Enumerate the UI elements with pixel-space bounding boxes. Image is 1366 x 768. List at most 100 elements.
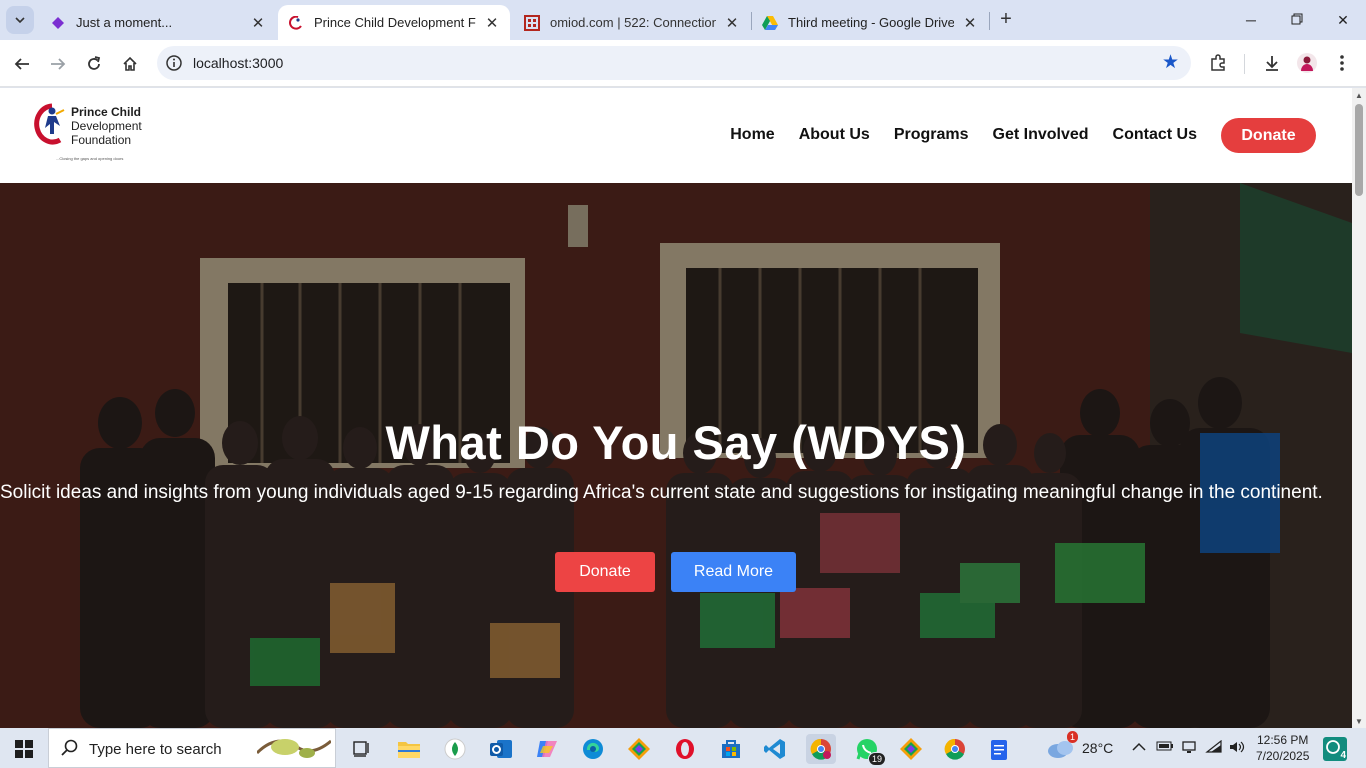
search-highlight-art — [257, 739, 331, 758]
prince-child-logo-mark — [34, 103, 65, 145]
nav-home[interactable]: Home — [730, 126, 774, 144]
minimize-button[interactable]: ─ — [1228, 8, 1274, 32]
home-button[interactable] — [116, 50, 144, 78]
google-drive-icon — [762, 15, 778, 31]
volume-icon[interactable] — [1228, 740, 1246, 757]
tab-google-drive[interactable]: Third meeting - Google Drive ✕ — [752, 5, 988, 40]
outlook-button[interactable] — [486, 734, 516, 764]
wifi-icon[interactable] — [1205, 739, 1223, 757]
logo-tagline: ...Closing the gaps and opening doors — [56, 156, 124, 161]
chrome-active-button[interactable] — [806, 734, 836, 764]
close-icon[interactable]: ✕ — [724, 14, 740, 32]
back-button[interactable] — [8, 50, 36, 78]
leaf-icon — [444, 738, 466, 760]
kebab-menu-icon — [1340, 55, 1344, 71]
microsoft-store-button[interactable] — [716, 734, 746, 764]
avatar-icon — [1297, 53, 1317, 73]
close-icon[interactable]: ✕ — [484, 14, 500, 32]
logo-wordmark: Prince Child Development Foundation — [71, 105, 142, 147]
weather-widget[interactable]: 1 28°C — [1046, 731, 1113, 759]
opera-icon — [676, 739, 694, 759]
browser-tab-strip: Just a moment... ✕ Prince Child Developm… — [0, 0, 1366, 40]
header-donate-button[interactable]: Donate — [1221, 118, 1316, 153]
restore-button[interactable] — [1274, 8, 1320, 32]
restore-icon — [1291, 13, 1303, 25]
nav-contact-us[interactable]: Contact Us — [1113, 126, 1197, 144]
battery-icon[interactable] — [1156, 740, 1174, 755]
close-window-button[interactable]: ✕ — [1320, 8, 1366, 32]
bookmark-star-icon[interactable]: ★ — [1162, 52, 1179, 74]
toolbar-divider — [1244, 54, 1245, 74]
scroll-down-icon[interactable]: ▼ — [1355, 717, 1363, 726]
forward-button[interactable] — [44, 50, 72, 78]
site-header: Prince Child Development Foundation ...C… — [0, 88, 1352, 183]
arrow-left-icon — [14, 58, 29, 70]
chrome-button[interactable] — [940, 734, 970, 764]
extensions-button[interactable] — [1206, 51, 1230, 75]
chrome-profile-icon — [810, 738, 831, 760]
address-bar[interactable]: localhost:3000 ★ — [157, 46, 1191, 80]
hero-subtitle: Solicit ideas and insights from young in… — [0, 482, 1323, 503]
close-icon[interactable]: ✕ — [962, 14, 978, 32]
chrome-menu-button[interactable] — [1330, 51, 1354, 75]
whatsapp-badge: 19 — [867, 752, 886, 766]
notepad-icon — [991, 740, 1007, 760]
diamond-app-icon — [900, 738, 922, 760]
windows-start-icon[interactable] — [8, 738, 40, 760]
downloads-button[interactable] — [1260, 51, 1284, 75]
arrow-right-icon — [51, 58, 66, 70]
vscode-icon — [764, 739, 785, 759]
app-diamond-2-button[interactable] — [896, 734, 926, 764]
reload-button[interactable] — [80, 50, 108, 78]
tab-search-button[interactable] — [6, 6, 34, 34]
show-hidden-icons[interactable] — [1132, 740, 1146, 755]
display-icon[interactable] — [1181, 740, 1197, 757]
site-logo[interactable]: Prince Child Development Foundation ...C… — [34, 102, 164, 166]
nav-programs[interactable]: Programs — [894, 126, 969, 144]
chrome-icon — [944, 738, 965, 760]
vscode-button[interactable] — [760, 734, 790, 764]
clock-time: 12:56 PM — [1257, 733, 1309, 747]
clock-date: 7/20/2025 — [1256, 749, 1310, 763]
profile-avatar[interactable] — [1295, 51, 1319, 75]
store-icon — [722, 740, 740, 758]
windows-taskbar: Type here to search 19 1 28°C 12:56 PM 7… — [0, 728, 1366, 768]
scroll-up-icon[interactable]: ▲ — [1355, 91, 1363, 100]
file-explorer-button[interactable] — [394, 734, 424, 764]
download-icon — [1266, 56, 1278, 71]
task-view-icon — [353, 741, 369, 757]
opera-button[interactable] — [670, 734, 700, 764]
nav-about-us[interactable]: About Us — [799, 126, 870, 144]
hero-donate-button[interactable]: Donate — [555, 552, 655, 592]
nav-get-involved[interactable]: Get Involved — [993, 126, 1089, 144]
scroll-thumb[interactable] — [1355, 104, 1363, 196]
site-info-icon[interactable] — [165, 54, 183, 72]
reload-icon — [88, 56, 101, 70]
whatsapp-button[interactable]: 19 — [852, 734, 886, 766]
copilot-button[interactable] — [532, 734, 562, 764]
address-url[interactable]: localhost:3000 — [193, 55, 283, 71]
notification-count: 4 — [1340, 750, 1346, 761]
task-view-button[interactable] — [346, 734, 376, 764]
close-icon[interactable]: ✕ — [250, 14, 266, 32]
tab-prince-child[interactable]: Prince Child Development Foun ✕ — [278, 5, 510, 40]
app-diamond-button[interactable] — [624, 734, 654, 764]
taskbar-search[interactable]: Type here to search — [48, 728, 336, 768]
tab-omiod[interactable]: omiod.com | 522: Connection ti ✕ — [514, 5, 750, 40]
page-scrollbar[interactable]: ▲ ▼ — [1352, 88, 1366, 728]
notification-center-button[interactable]: 4 — [1322, 736, 1348, 762]
chevron-up-icon — [1132, 742, 1146, 751]
page-viewport: Prince Child Development Foundation ...C… — [0, 88, 1352, 728]
edge-icon — [583, 739, 603, 759]
tab-just-a-moment[interactable]: Just a moment... ✕ — [40, 5, 276, 40]
hero-read-more-button[interactable]: Read More — [671, 552, 796, 592]
hero-title: What Do You Say (WDYS) — [385, 416, 967, 469]
puzzle-icon — [1211, 54, 1225, 71]
new-tab-button[interactable]: + — [994, 8, 1018, 32]
edge-button[interactable] — [578, 734, 608, 764]
notepad-button[interactable] — [984, 734, 1014, 764]
home-icon — [123, 56, 137, 71]
system-clock[interactable]: 12:56 PM 7/20/2025 — [1256, 732, 1309, 764]
purple-diamond-icon — [50, 15, 66, 31]
app-green-leaf-button[interactable] — [440, 734, 470, 764]
